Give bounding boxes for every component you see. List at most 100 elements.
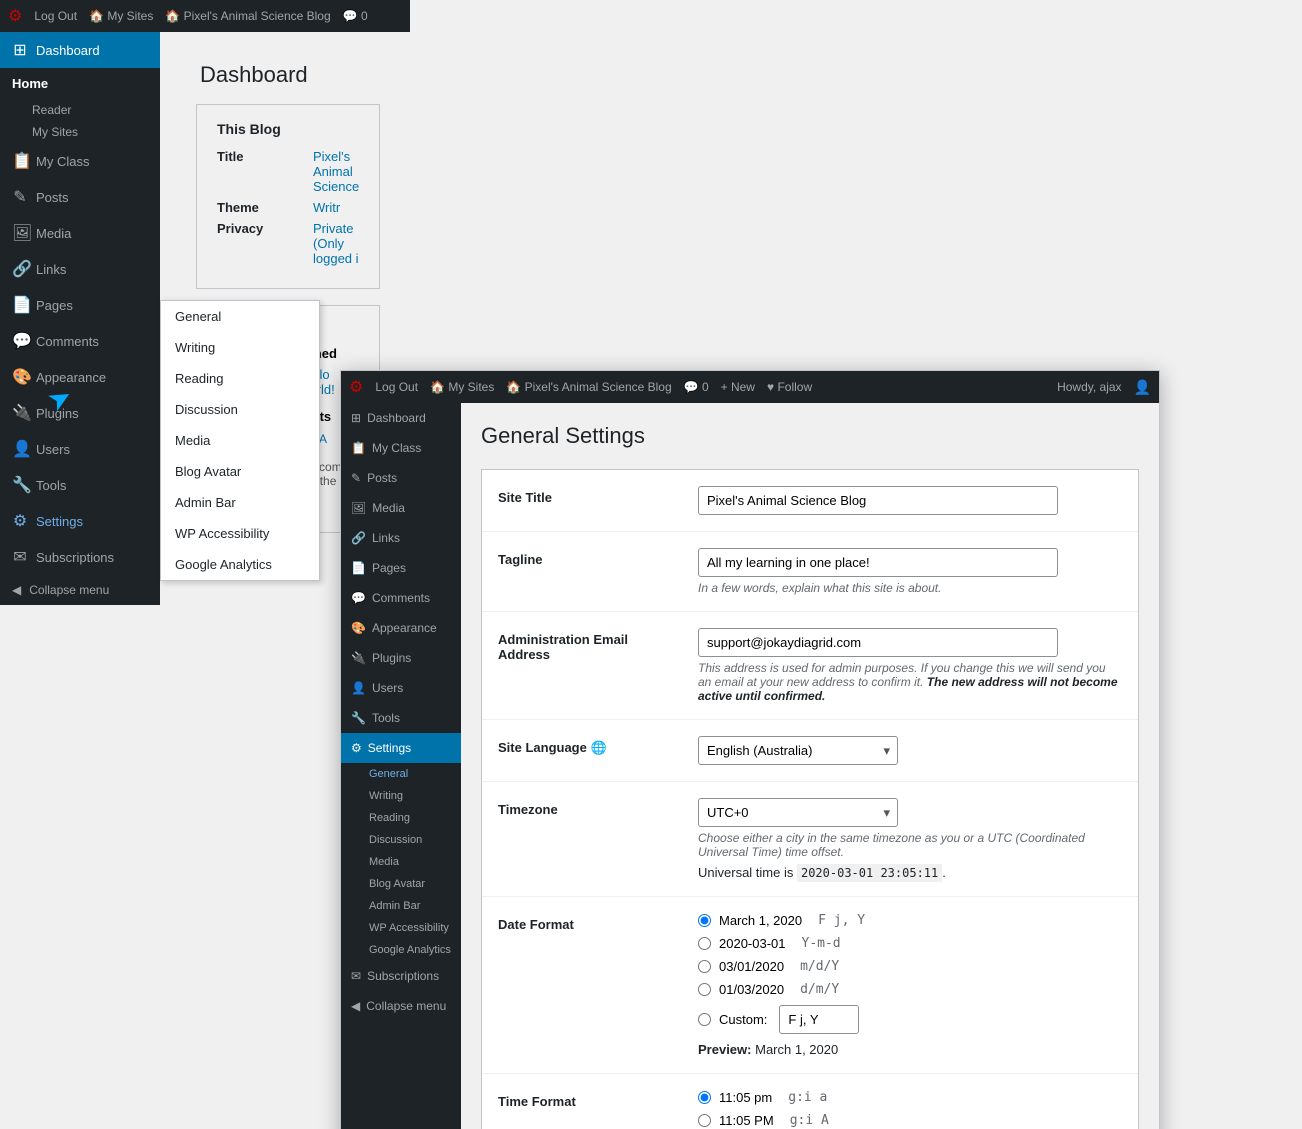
second-sidebar-settings[interactable]: ⚙ Settings [341,733,461,763]
sidebar-item-posts[interactable]: ✎ Posts [0,179,160,215]
second-sidebar-posts[interactable]: ✎ Posts [341,463,461,493]
second-sidebar-google-analytics[interactable]: Google Analytics [341,939,461,961]
language-select[interactable]: English (Australia) [698,736,898,765]
second-sidebar-plugins[interactable]: 🔌 Plugins [341,643,461,673]
wp-logo: ⚙ [8,6,22,26]
time-format-row: Time Format 11:05 pm g:i a [482,1074,1138,1129]
sidebar-collapse[interactable]: ◀ Collapse menu [0,575,160,605]
time-format-radio-0[interactable] [698,1091,711,1104]
second-sidebar-dashboard[interactable]: ⊞ Dashboard [341,403,461,433]
second-sidebar-comments[interactable]: 💬 Comments [341,583,461,613]
site-language-label: Site Language 🌐 [482,720,682,782]
sidebar-my-sites[interactable]: My Sites [0,121,160,143]
second-sidebar-blog-avatar[interactable]: Blog Avatar [341,873,461,895]
second-sidebar-pages[interactable]: 📄 Pages [341,553,461,583]
second-sidebar-discussion[interactable]: Discussion [341,829,461,851]
second-sidebar-collapse[interactable]: ◀ Collapse menu [341,991,461,1021]
timezone-select[interactable]: UTC+0 [698,798,898,827]
title-label: Title [217,149,297,194]
title-value[interactable]: Pixel's Animal Science [313,149,359,194]
dropdown-discussion[interactable]: Discussion [161,394,319,425]
second-sidebar-tools[interactable]: 🔧 Tools [341,703,461,733]
dashboard-icon: ⊞ [12,40,28,60]
date-format-radio-4[interactable] [698,1013,711,1026]
second-sidebar-general[interactable]: General [341,763,461,785]
second-sidebar-wp-accessibility[interactable]: WP Accessibility [341,917,461,939]
second-sidebar-appearance[interactable]: 🎨 Appearance [341,613,461,643]
second-sidebar-media[interactable]: Media [341,851,461,873]
date-format-radio-3[interactable] [698,983,711,996]
admin-email-help: This address is used for admin purposes.… [698,661,1122,703]
second-my-sites[interactable]: 🏠 My Sites [430,380,494,394]
admin-email-input[interactable] [698,628,1058,657]
site-name-link[interactable]: 🏠 Pixel's Animal Science Blog [165,9,330,23]
tagline-row: Tagline In a few words, explain what thi… [482,532,1138,612]
time-format-group: 11:05 pm g:i a 11:05 PM g:i A [698,1090,1122,1128]
dropdown-media[interactable]: Media [161,425,319,456]
date-format-label-1: 2020-03-01 [719,936,786,951]
sidebar-item-media[interactable]: 🖼 Media [0,215,160,251]
date-format-custom-input[interactable] [779,1005,859,1034]
second-logout[interactable]: Log Out [375,380,418,394]
second-new[interactable]: + New [721,380,755,394]
s-comments-icon: 💬 [351,591,366,605]
theme-value[interactable]: Writr [313,200,359,215]
dropdown-google-analytics[interactable]: Google Analytics [161,549,319,580]
date-format-radio-2[interactable] [698,960,711,973]
comments-link[interactable]: 💬 0 [343,9,368,23]
sidebar-item-plugins[interactable]: 🔌 Plugins [0,395,160,431]
plugins-icon: 🔌 [12,403,28,423]
site-title-cell [682,470,1138,532]
sidebar-item-appearance[interactable]: 🎨 Appearance [0,359,160,395]
second-sidebar-my-class[interactable]: 📋 My Class [341,433,461,463]
sidebar-item-subscriptions[interactable]: ✉ Subscriptions [0,539,160,575]
pages-icon: 📄 [12,295,28,315]
theme-label: Theme [217,200,297,215]
second-sidebar-subscriptions[interactable]: ✉ Subscriptions [341,961,461,991]
date-format-radio-0[interactable] [698,914,711,927]
dropdown-blog-avatar[interactable]: Blog Avatar [161,456,319,487]
privacy-value[interactable]: Private (Only logged i [313,221,359,266]
sidebar-item-links[interactable]: 🔗 Links [0,251,160,287]
dropdown-wp-accessibility[interactable]: WP Accessibility [161,518,319,549]
sidebar-reader[interactable]: Reader [0,99,160,121]
second-sidebar-users[interactable]: 👤 Users [341,673,461,703]
second-sidebar-reading[interactable]: Reading [341,807,461,829]
media-icon: 🖼 [12,223,28,243]
sidebar-item-settings[interactable]: ⚙ Settings [0,503,160,539]
second-sidebar-admin-bar[interactable]: Admin Bar [341,895,461,917]
date-format-radio-1[interactable] [698,937,711,950]
second-site-name[interactable]: 🏠 Pixel's Animal Science Blog [506,380,671,394]
dropdown-general[interactable]: General [161,301,319,332]
dropdown-writing[interactable]: Writing [161,332,319,363]
sidebar-item-comments[interactable]: 💬 Comments [0,323,160,359]
dropdown-admin-bar[interactable]: Admin Bar [161,487,319,518]
sidebar-item-pages[interactable]: 📄 Pages [0,287,160,323]
second-sidebar-links[interactable]: 🔗 Links [341,523,461,553]
second-follow[interactable]: ♥ Follow [767,380,812,394]
second-sidebar-media[interactable]: 🖼 Media [341,493,461,523]
site-title-input[interactable] [698,486,1058,515]
logout-link[interactable]: Log Out [34,9,77,23]
timezone-row: Timezone UTC+0 ▾ Choose ei [482,782,1138,897]
tagline-input[interactable] [698,548,1058,577]
second-sidebar-writing[interactable]: Writing [341,785,461,807]
form-table: Site Title Tagline [482,470,1138,1129]
sidebar-item-my-class[interactable]: 📋 My Class [0,143,160,179]
my-sites-link[interactable]: 🏠 My Sites [89,9,153,23]
sidebar-item-dashboard[interactable]: ⊞ Dashboard [0,32,160,68]
sidebar-item-tools[interactable]: 🔧 Tools [0,467,160,503]
sidebar-item-users[interactable]: 👤 Users [0,431,160,467]
time-format-radio-1[interactable] [698,1114,711,1127]
site-language-cell: English (Australia) ▾ [682,720,1138,782]
sidebar-home[interactable]: Home [0,68,160,99]
subscriptions-icon: ✉ [12,547,28,567]
admin-email-label: Administration Email Address [482,612,682,720]
links-icon: 🔗 [12,259,28,279]
time-format-label-cell: Time Format [482,1074,682,1129]
dropdown-reading[interactable]: Reading [161,363,319,394]
date-format-code-3: d/m/Y [800,982,839,997]
second-comments[interactable]: 💬 0 [684,380,709,394]
timezone-select-wrap: UTC+0 ▾ [698,798,898,827]
settings-dropdown: General Writing Reading Discussion Media… [160,300,320,581]
